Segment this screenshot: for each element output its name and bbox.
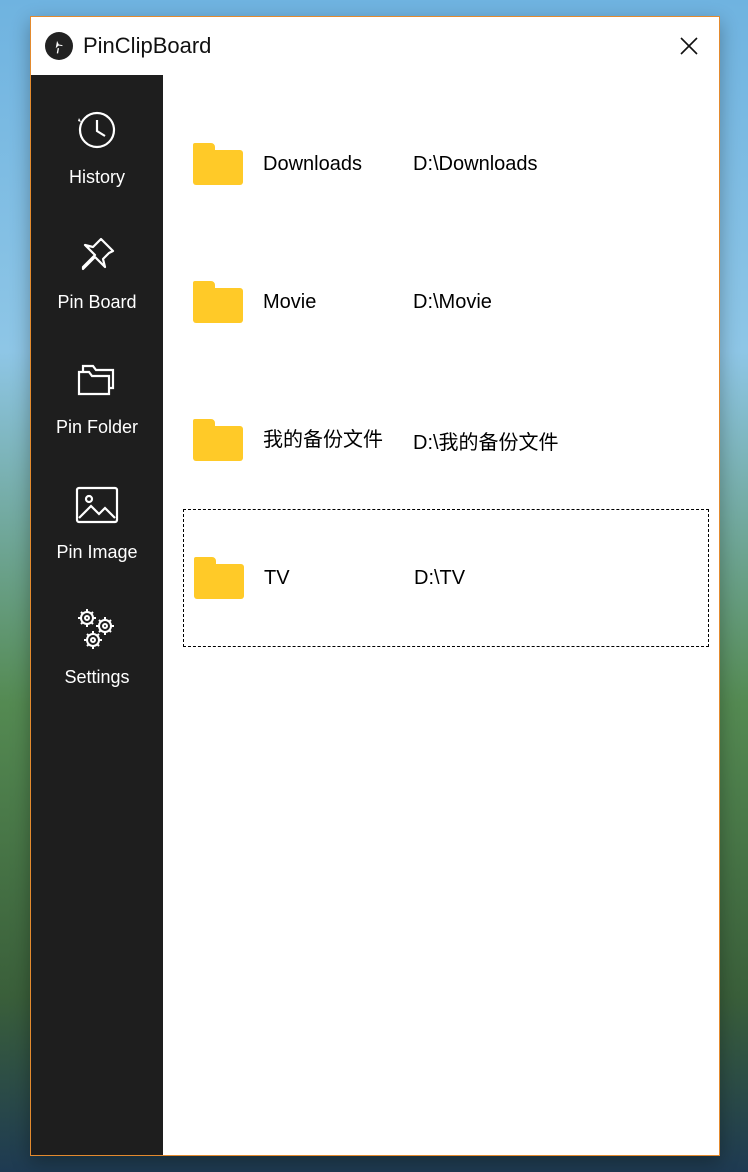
sidebar-item-label: History [69,167,125,188]
sidebar-item-history[interactable]: History [31,105,163,188]
folder-path: D:\Movie [413,291,699,314]
folder-icon [67,355,127,405]
folder-name: Downloads [263,152,413,176]
folder-name: 我的备份文件 [263,428,413,452]
app-pin-icon [45,32,73,60]
folder-yellow-icon [193,143,243,185]
titlebar: PinClipBoard [31,17,719,75]
folder-yellow-icon [193,281,243,323]
folder-path: D:\TV [414,567,698,590]
sidebar-item-pin-board[interactable]: Pin Board [31,230,163,313]
sidebar: History Pin Board Pin Folder [31,75,163,1155]
app-title: PinClipBoard [83,33,211,59]
folder-yellow-icon [193,419,243,461]
app-window: PinClipBoard History [30,16,720,1156]
window-body: History Pin Board Pin Folder [31,75,719,1155]
settings-icon [67,605,127,655]
history-icon [67,105,127,155]
folder-path: D:\我的备份文件 [413,426,699,455]
folder-row[interactable]: 我的备份文件 D:\我的备份文件 [183,371,709,509]
sidebar-item-settings[interactable]: Settings [31,605,163,688]
sidebar-item-label: Pin Image [56,542,137,563]
folder-row[interactable]: Downloads D:\Downloads [183,95,709,233]
close-button[interactable] [669,26,709,66]
folder-path: D:\Downloads [413,153,699,176]
sidebar-item-label: Pin Folder [56,417,138,438]
folder-name: Movie [263,290,413,314]
folder-list: Downloads D:\Downloads Movie D:\Movie 我的… [163,75,719,1155]
image-icon [67,480,127,530]
sidebar-item-pin-folder[interactable]: Pin Folder [31,355,163,438]
sidebar-item-label: Pin Board [57,292,136,313]
folder-yellow-icon [194,557,244,599]
close-icon [680,37,698,55]
folder-name: TV [264,566,414,590]
pin-icon [67,230,127,280]
sidebar-item-label: Settings [64,667,129,688]
folder-row[interactable]: Movie D:\Movie [183,233,709,371]
folder-row-selected[interactable]: TV D:\TV [183,509,709,647]
sidebar-item-pin-image[interactable]: Pin Image [31,480,163,563]
